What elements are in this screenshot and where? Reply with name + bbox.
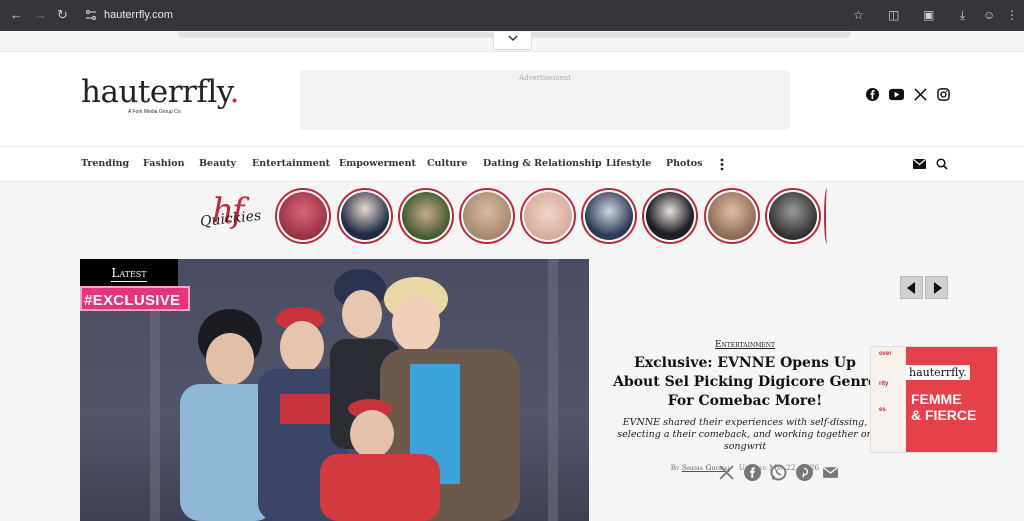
story-thumbnail [279, 192, 327, 240]
magazine-side-text: es [879, 407, 886, 413]
story-item[interactable] [704, 188, 760, 244]
nav-item-beauty[interactable]: Beauty [199, 158, 236, 169]
address-bar[interactable]: hauterrfly.com [104, 9, 173, 21]
bookmark-star-icon[interactable]: ☆ [853, 8, 864, 22]
featured-article-image[interactable]: Latest #EXCLUSIVE [80, 259, 589, 521]
magazine-cover-title: FEMME & FIERCE [911, 391, 976, 423]
nav-item-dating-relationship[interactable]: Dating & Relationship [483, 158, 602, 169]
x-icon[interactable] [914, 88, 927, 101]
ad-label: Advertisement [519, 74, 571, 82]
magazine-cover-line-2: & FIERCE [911, 407, 977, 423]
x-share-icon[interactable] [718, 464, 735, 481]
article-category[interactable]: Entertainment [612, 340, 878, 350]
story-item[interactable] [337, 188, 393, 244]
newsletter-mail-icon[interactable] [913, 159, 926, 169]
story-item[interactable] [459, 188, 515, 244]
site-header: hauterrfly. A Fork Media Group Co. Adver… [0, 51, 1024, 146]
story-item[interactable] [275, 188, 331, 244]
arrow-right-icon [933, 281, 942, 294]
profile-icon[interactable]: ☺ [983, 8, 995, 22]
story-thumbnail [585, 192, 633, 240]
exclusive-tag: #EXCLUSIVE [80, 286, 190, 311]
reader-mode-icon[interactable]: ▣ [923, 8, 934, 22]
pinterest-share-icon[interactable] [796, 464, 813, 481]
previous-slide-button[interactable] [900, 276, 923, 299]
download-icon[interactable]: ⤓ [960, 8, 965, 23]
arrow-left-icon [906, 281, 915, 294]
youtube-icon[interactable] [889, 88, 904, 101]
slider-controls [900, 276, 948, 299]
nav-item-lifestyle[interactable]: Lifestyle [606, 158, 651, 169]
featured-article: Entertainment Exclusive: EVNNE Opens Up … [612, 340, 878, 472]
advertisement-slot[interactable]: Advertisement [300, 70, 790, 130]
quickies-label: Quickies [199, 207, 262, 231]
email-share-icon[interactable] [822, 464, 839, 481]
story-thumbnail [463, 192, 511, 240]
magazine-logo: hauterrfly. [906, 365, 970, 380]
story-thumbnail [524, 192, 572, 240]
back-icon[interactable]: ← [10, 8, 23, 22]
magazine-side-text: over [879, 351, 892, 357]
nav-item-entertainment[interactable]: Entertainment [252, 158, 330, 169]
magazine-left-panel [871, 347, 907, 452]
instagram-icon[interactable] [937, 88, 950, 101]
nav-item-photos[interactable]: Photos [666, 158, 702, 169]
browser-toolbar: ← → ↻ hauterrfly.com ☆ ◫ ▣ ⤓ ☺ ⋮ [0, 0, 1024, 31]
social-links [866, 88, 950, 101]
magazine-promo[interactable]: over rity es hauterrfly. FEMME & FIERCE [870, 346, 998, 453]
logo-text: hauterrfly [81, 74, 230, 110]
site-logo[interactable]: hauterrfly. [81, 74, 240, 110]
story-thumbnail [769, 192, 817, 240]
reload-icon[interactable]: ↻ [57, 8, 68, 22]
article-headline[interactable]: Exclusive: EVNNE Opens Up About Sel Pick… [612, 354, 878, 411]
share-buttons [718, 464, 839, 481]
nav-item-trending[interactable]: Trending [81, 158, 129, 169]
site-info-icon[interactable] [84, 8, 98, 22]
main-navigation: Trending Fashion Beauty Entertainment Em… [0, 146, 1024, 182]
story-item[interactable] [398, 188, 454, 244]
story-item[interactable] [642, 188, 698, 244]
story-item[interactable] [765, 188, 821, 244]
next-slide-button[interactable] [925, 276, 948, 299]
story-thumbnail [402, 192, 450, 240]
forward-icon[interactable]: → [34, 8, 47, 22]
logo-tagline: A Fork Media Group Co. [128, 109, 182, 115]
story-item[interactable] [581, 188, 637, 244]
more-menu-icon[interactable] [720, 158, 724, 171]
nav-item-empowerment[interactable]: Empowerment [339, 158, 416, 169]
article-summary: EVNNE shared their experiences with self… [617, 417, 873, 452]
expand-banner-button[interactable] [493, 32, 532, 50]
story-item-partial[interactable] [824, 188, 830, 244]
story-item[interactable] [520, 188, 576, 244]
latest-badge: Latest [80, 259, 178, 287]
quickies-stories: hf Quickies [0, 183, 1024, 253]
extensions-icon[interactable]: ◫ [888, 8, 899, 22]
story-thumbnail [646, 192, 694, 240]
nav-item-fashion[interactable]: Fashion [143, 158, 185, 169]
facebook-share-icon[interactable] [744, 464, 761, 481]
logo-dot: . [229, 74, 240, 110]
menu-icon[interactable]: ⋮ [1006, 8, 1018, 22]
magazine-side-text: rity [879, 381, 889, 387]
magazine-cover-line-1: FEMME [911, 391, 962, 407]
story-thumbnail [708, 192, 756, 240]
story-thumbnail [341, 192, 389, 240]
facebook-icon[interactable] [866, 88, 879, 101]
search-icon[interactable] [936, 158, 948, 170]
latest-badge-text: Latest [111, 266, 147, 282]
whatsapp-share-icon[interactable] [770, 464, 787, 481]
chevron-down-icon [507, 35, 518, 42]
byline-prefix: By [670, 463, 680, 472]
nav-item-culture[interactable]: Culture [427, 158, 467, 169]
